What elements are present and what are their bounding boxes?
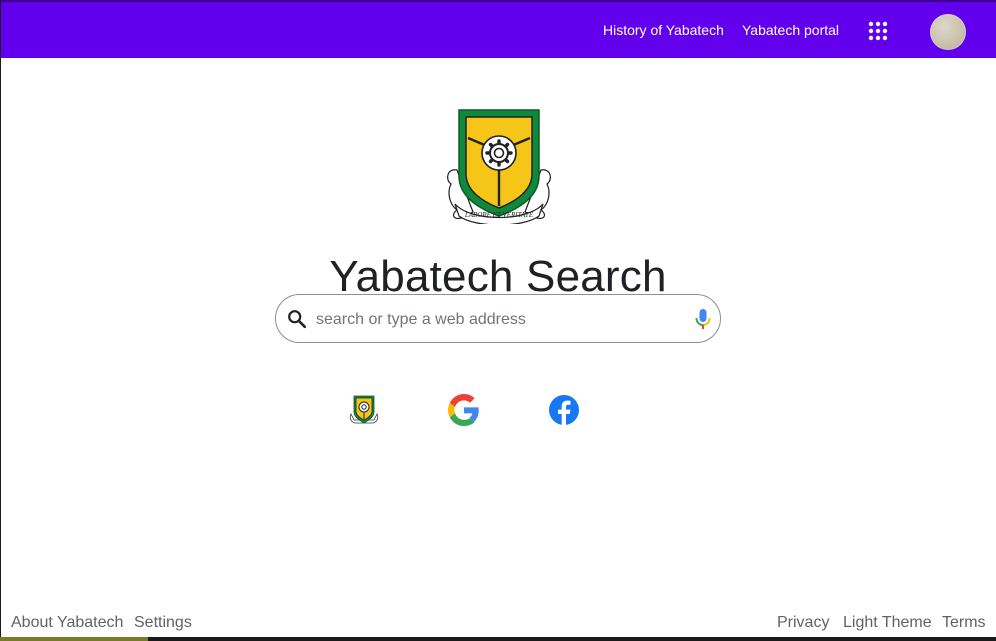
search-input[interactable] xyxy=(314,304,688,336)
about-yabatech-link[interactable]: About Yabatech xyxy=(11,614,123,632)
search-bar[interactable] xyxy=(275,294,721,343)
window-left-border xyxy=(0,0,1,641)
facebook-logo-icon xyxy=(549,395,579,425)
shortcut-google[interactable] xyxy=(448,394,480,426)
window-top-border xyxy=(0,0,996,2)
light-theme-toggle[interactable]: Light Theme xyxy=(843,614,932,632)
shortcut-facebook[interactable] xyxy=(548,394,580,426)
terms-link[interactable]: Terms xyxy=(942,614,986,632)
yabatech-crest-icon xyxy=(349,395,379,424)
taskbar-strip xyxy=(0,637,148,641)
microphone-icon[interactable] xyxy=(693,307,713,331)
svg-text:LABORE ET VERITATE: LABORE ET VERITATE xyxy=(464,211,534,219)
history-of-yabatech-link[interactable]: History of Yabatech xyxy=(603,22,724,38)
shortcut-yabatech[interactable] xyxy=(348,394,380,426)
user-avatar[interactable] xyxy=(930,14,966,50)
yabatech-portal-link[interactable]: Yabatech portal xyxy=(742,22,839,38)
top-navigation-bar: History of Yabatech Yabatech portal xyxy=(1,2,996,58)
window-bottom-border xyxy=(0,637,996,641)
privacy-link[interactable]: Privacy xyxy=(777,614,829,632)
google-logo-icon xyxy=(448,394,479,426)
yabatech-crest-logo: LABORE ET VERITATE xyxy=(443,108,555,226)
apps-grid-icon[interactable] xyxy=(867,20,889,42)
settings-link[interactable]: Settings xyxy=(134,614,192,632)
search-icon[interactable] xyxy=(286,308,308,330)
